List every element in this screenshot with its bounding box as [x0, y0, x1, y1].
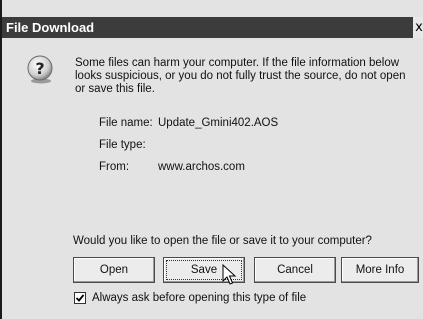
from-value: www.archos.com [158, 161, 245, 173]
open-button[interactable]: Open [73, 257, 155, 283]
mouse-cursor-icon [222, 264, 237, 285]
dialog-title: File Download [6, 20, 95, 35]
warning-message: Some files can harm your computer. If th… [75, 57, 406, 95]
download-question: Would you like to open the file or save … [73, 235, 372, 247]
cancel-button[interactable]: Cancel [254, 257, 336, 283]
svg-text:?: ? [35, 59, 44, 78]
checkmark-icon [75, 294, 85, 302]
title-bar[interactable]: File Download x [2, 17, 423, 38]
file-name-value: Update_Gmini402.AOS [158, 117, 279, 129]
from-label: From: [99, 161, 130, 173]
file-type-label: File type: [99, 139, 146, 151]
question-icon: ? [27, 55, 53, 84]
file-download-dialog: File Download x ? Some files can harm yo… [0, 0, 423, 319]
more-info-button[interactable]: More Info [341, 257, 419, 283]
file-name-label: File name: [99, 117, 153, 129]
always-ask-label[interactable]: Always ask before opening this type of f… [92, 291, 306, 305]
always-ask-checkbox[interactable] [74, 292, 86, 304]
close-button[interactable]: x [413, 17, 423, 38]
